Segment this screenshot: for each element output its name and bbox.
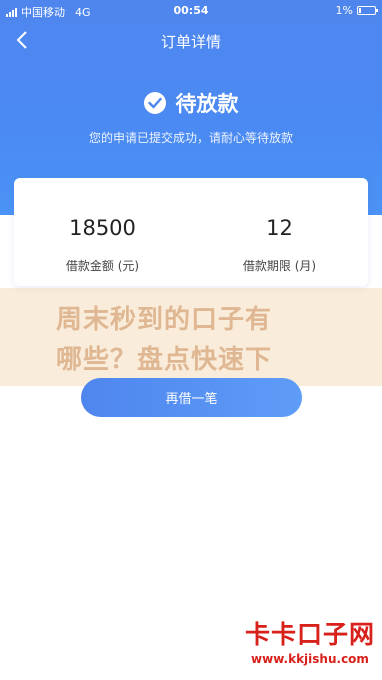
- loan-amount-value: 18500: [69, 216, 136, 240]
- status-right: 1%: [335, 4, 378, 17]
- site-watermark: 卡卡口子网 www.kkjishu.com: [238, 620, 382, 680]
- check-circle-icon: [143, 92, 166, 114]
- borrow-again-button[interactable]: 再借一笔: [81, 378, 302, 417]
- status-header: 待放款: [0, 88, 382, 118]
- loan-amount-label: 借款金额 (元): [65, 259, 140, 273]
- battery-percent: 1%: [335, 4, 353, 17]
- watermark-url: www.kkjishu.com: [251, 652, 369, 666]
- battery-icon: [357, 6, 378, 15]
- status-time: 00:54: [173, 4, 209, 17]
- loan-summary-card: 18500 借款金额 (元) 12 借款期限 (月): [14, 178, 368, 286]
- order-detail-screen: 中国移动 4G 00:54 1% 订单详情 待放款 您的申请已提交成功，请耐心等…: [0, 0, 382, 680]
- nav-bar: 订单详情: [0, 24, 382, 56]
- page-title: 订单详情: [160, 33, 221, 51]
- overlay-line-1: 周末秒到的口子有: [56, 305, 273, 335]
- status-title: 待放款: [175, 92, 239, 116]
- loan-term-value: 12: [266, 216, 293, 240]
- watermark-name: 卡卡口子网: [244, 620, 375, 649]
- status-bar: 中国移动 4G 00:54 1%: [0, 0, 382, 20]
- loan-term-label: 借款期限 (月): [242, 259, 317, 273]
- overlay-line-2: 哪些？盘点快速下: [56, 345, 273, 375]
- loan-amount: 18500 借款金额 (元): [14, 178, 191, 286]
- loan-term: 12 借款期限 (月): [191, 178, 368, 286]
- status-description: 您的申请已提交成功，请耐心等待放款: [88, 131, 293, 145]
- overlay-title: 周末秒到的口子有 哪些？盘点快速下: [56, 300, 356, 380]
